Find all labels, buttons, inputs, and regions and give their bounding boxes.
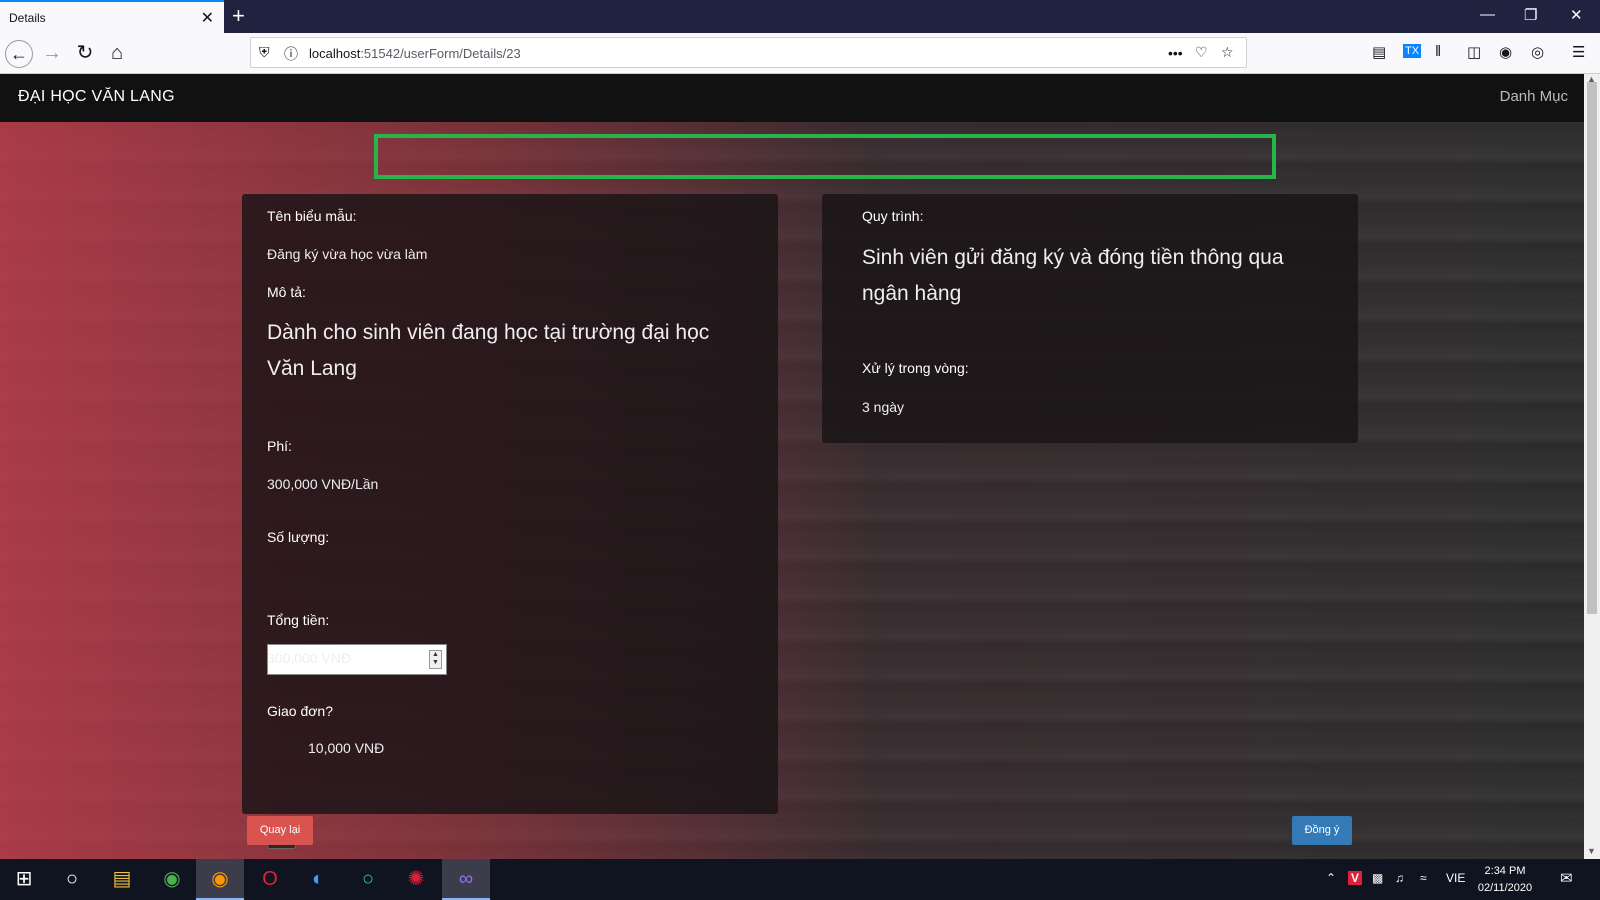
page-actions-icon[interactable]: ••• (1168, 45, 1183, 61)
quantity-stepper-icon[interactable]: ▲ ▼ (429, 650, 442, 669)
home-icon[interactable]: ⌂ (103, 40, 131, 68)
coccoc-icon[interactable]: ◐ (294, 859, 342, 900)
extension-icon[interactable]: ◎ (1531, 43, 1544, 61)
delivery-label: Giao đơn? (267, 703, 334, 719)
tray-chevron-icon[interactable]: ⌃ (1326, 871, 1336, 885)
app-icon[interactable]: ○ (344, 859, 392, 900)
firefox-icon[interactable]: ◉ (196, 859, 244, 900)
new-tab-button[interactable]: + (232, 3, 245, 29)
bookmark-star-icon[interactable]: ☆ (1221, 44, 1234, 61)
account-icon[interactable]: ◉ (1499, 43, 1512, 61)
close-window-icon[interactable]: ✕ (1570, 6, 1583, 24)
url-text[interactable]: localhost:51542/userForm/Details/23 (309, 46, 521, 61)
sidebar-icon[interactable]: ◫ (1467, 43, 1481, 61)
confirm-button[interactable]: Đồng ý (1292, 816, 1352, 845)
delivery-fee: 10,000 VNĐ (308, 740, 385, 756)
description-value: Dành cho sinh viên đang học tại trường đ… (267, 321, 710, 380)
clock-time: 2:34 PM (1484, 865, 1526, 877)
scroll-thumb[interactable] (1587, 82, 1597, 614)
form-name-label: Tên biểu mẫu: (267, 208, 357, 224)
extension-tx-icon[interactable]: TX (1403, 44, 1422, 58)
notification-icon[interactable]: ✉ (1560, 869, 1573, 887)
info-icon[interactable]: ⓘ (284, 44, 298, 64)
back-button[interactable]: Quay lại (247, 816, 313, 845)
total-label: Tổng tiền: (267, 612, 330, 628)
highlight-box (374, 134, 1276, 179)
pocket-icon[interactable]: ♡ (1195, 44, 1208, 61)
site-header: ĐẠI HỌC VĂN LANG Danh Mục (0, 74, 1584, 122)
url-host: localhost (309, 46, 361, 61)
back-icon[interactable]: ← (5, 40, 33, 68)
battery-icon[interactable]: ▩ (1372, 871, 1383, 885)
page-scrollbar[interactable]: ▲ ▼ (1584, 74, 1600, 859)
url-bar[interactable]: ⛨ ⓘ localhost:51542/userForm/Details/23 … (250, 37, 1247, 68)
fee-value: 300,000 VNĐ/Lần (267, 476, 379, 492)
opera-icon[interactable]: O (246, 859, 294, 900)
tab-close-icon[interactable]: ✕ (201, 8, 214, 28)
scroll-down-icon[interactable]: ▼ (1587, 846, 1596, 856)
taskbar: ⊞ ○ ▤ ◉ ◉ O ◐ ○ ✺ ∞ ⌃ V ▩ ♫ ≈ VIE 2:34 P… (0, 859, 1600, 900)
menu-icon[interactable]: ☰ (1572, 43, 1585, 61)
forward-icon[interactable]: → (38, 40, 66, 68)
chrome-icon[interactable]: ◉ (148, 859, 196, 900)
process-value: Sinh viên gửi đăng ký và đóng tiền thông… (862, 246, 1284, 305)
tray-v-icon[interactable]: V (1348, 871, 1363, 885)
shield-icon[interactable]: ⛨ (259, 44, 270, 61)
language-indicator[interactable]: VIE (1446, 871, 1465, 885)
clock[interactable]: 2:34 PM 02/11/2020 (1470, 863, 1540, 897)
process-card: Quy trình: Sinh viên gửi đăng ký và đóng… (822, 194, 1358, 443)
library-icon[interactable]: ‖ (1435, 43, 1441, 60)
minimize-icon[interactable]: — (1480, 6, 1495, 23)
form-details-card: Tên biểu mẫu: Đăng ký vừa học vừa làm Mô… (242, 194, 778, 849)
restore-icon[interactable]: ❐ (1524, 6, 1537, 24)
process-label: Quy trình: (862, 208, 924, 224)
url-path: :51542/userForm/Details/23 (360, 46, 521, 61)
cortana-icon[interactable]: ○ (48, 859, 96, 900)
site-brand[interactable]: ĐẠI HỌC VĂN LANG (18, 88, 175, 106)
windows-start-icon[interactable]: ⊞ (0, 859, 48, 900)
file-explorer-icon[interactable]: ▤ (98, 859, 146, 900)
wifi-icon[interactable]: ≈ (1420, 871, 1427, 885)
app-red-icon[interactable]: ✺ (392, 859, 440, 900)
tab-title: Details (9, 11, 46, 25)
page-content: ĐẠI HỌC VĂN LANG Danh Mục Tên biểu mẫu: … (0, 74, 1584, 859)
fee-label: Phí: (267, 438, 292, 454)
menu-link-danh-muc[interactable]: Danh Mục (1500, 88, 1568, 105)
browser-navbar: ← → ↻ ⌂ ⛨ ⓘ localhost:51542/userForm/Det… (0, 33, 1600, 74)
browser-tab[interactable]: Details ✕ (0, 0, 224, 33)
clock-date: 02/11/2020 (1477, 882, 1533, 894)
browser-tab-strip: Details ✕ + — ❐ ✕ (0, 0, 1600, 33)
reload-icon[interactable]: ↻ (71, 40, 99, 68)
visual-studio-icon[interactable]: ∞ (442, 859, 490, 900)
reader-icon[interactable]: ▤ (1372, 43, 1386, 61)
total-value: 300,000 VNĐ (267, 650, 352, 666)
quantity-label: Số lượng: (267, 529, 330, 545)
processing-time-value: 3 ngày (862, 399, 905, 415)
volume-icon[interactable]: ♫ (1395, 871, 1404, 885)
description-label: Mô tả: (267, 284, 306, 300)
processing-time-label: Xử lý trong vòng: (862, 360, 969, 376)
form-name-value: Đăng ký vừa học vừa làm (267, 246, 428, 262)
